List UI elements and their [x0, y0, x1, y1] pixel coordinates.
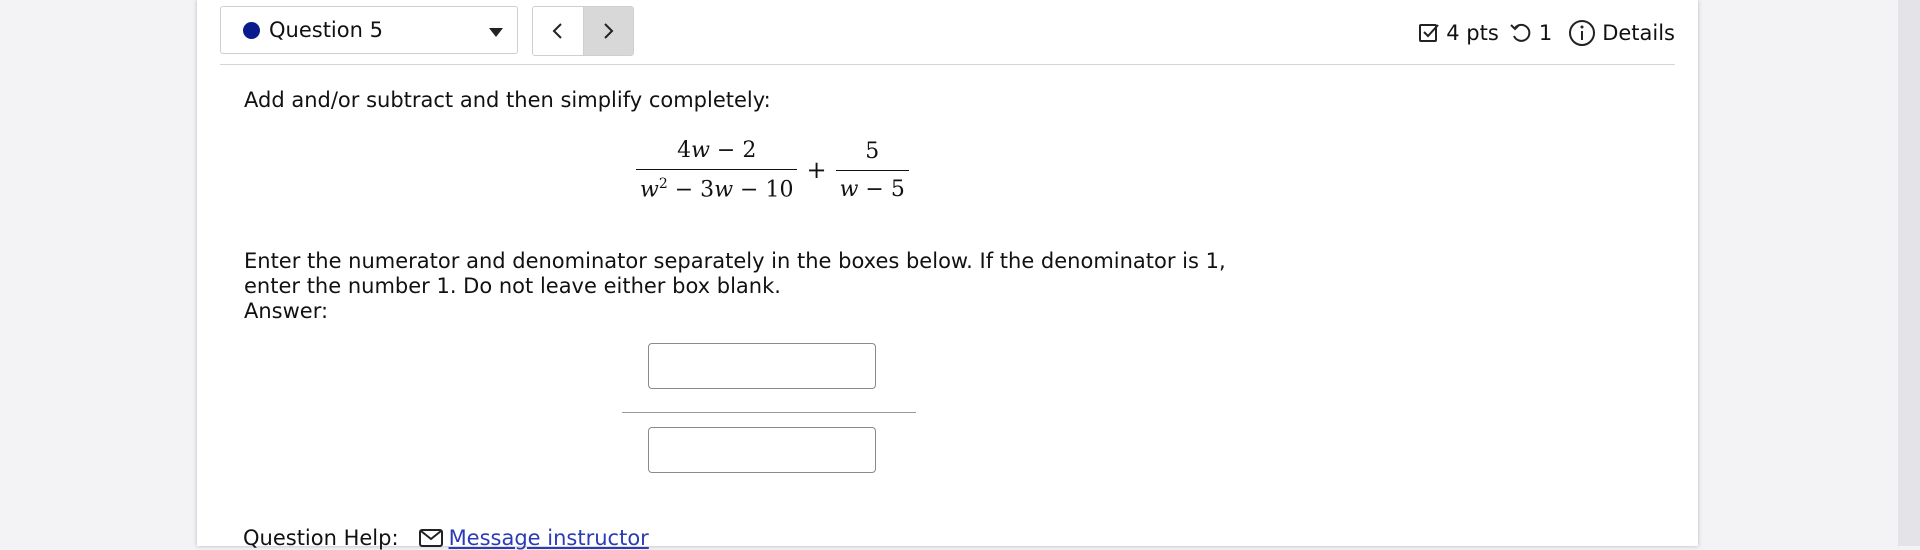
page-scrollbar[interactable] [1898, 0, 1920, 546]
question-status-dot [243, 21, 260, 39]
fraction-1-numerator: 4w − 2 [677, 137, 757, 163]
question-help-label: Question Help: [243, 526, 399, 550]
caret-down-icon [489, 28, 503, 37]
info-icon [1569, 20, 1596, 46]
mail-icon [418, 529, 443, 547]
chevron-left-icon [552, 23, 562, 39]
answer-instructions: Enter the numerator and denominator sepa… [244, 249, 1226, 298]
header-divider [220, 64, 1675, 65]
points-indicator: 4 pts [1418, 21, 1499, 45]
answer-label: Answer: [244, 299, 329, 323]
fraction-2-denominator: w − 5 [835, 169, 909, 202]
question-help: Question Help: Message instructor [243, 526, 649, 550]
next-question-button[interactable] [582, 7, 633, 55]
fraction-2: 5 w − 5 [835, 138, 909, 202]
plus-operator: + [806, 156, 827, 184]
fraction-1-denominator: w2 − 3w − 10 [636, 168, 798, 202]
question-nav [532, 6, 634, 56]
question-meta: 4 pts 1 Details [1408, 16, 1675, 50]
previous-question-button[interactable] [533, 7, 583, 55]
details-label: Details [1602, 21, 1675, 45]
retries-text: 1 [1538, 21, 1553, 45]
retry-icon [1510, 23, 1531, 42]
chevron-right-icon [604, 23, 614, 39]
question-selector-label: Question 5 [269, 18, 383, 42]
fraction-1: 4w − 2 w2 − 3w − 10 [636, 137, 798, 202]
math-expression: 4w − 2 w2 − 3w − 10 + 5 w − 5 [636, 134, 909, 206]
fraction-2-numerator: 5 [865, 138, 880, 164]
question-prompt: Add and/or subtract and then simplify co… [244, 88, 771, 112]
checkbox-icon [1419, 24, 1440, 42]
numerator-input[interactable] [648, 343, 876, 389]
question-selector[interactable]: Question 5 [220, 6, 518, 54]
denominator-input[interactable] [648, 427, 876, 473]
message-instructor-link[interactable]: Message instructor [449, 526, 649, 550]
answer-fraction-bar [622, 412, 916, 413]
points-text: 4 pts [1446, 21, 1499, 45]
details-button[interactable]: Details [1568, 19, 1675, 47]
retries-indicator: 1 [1509, 21, 1552, 45]
